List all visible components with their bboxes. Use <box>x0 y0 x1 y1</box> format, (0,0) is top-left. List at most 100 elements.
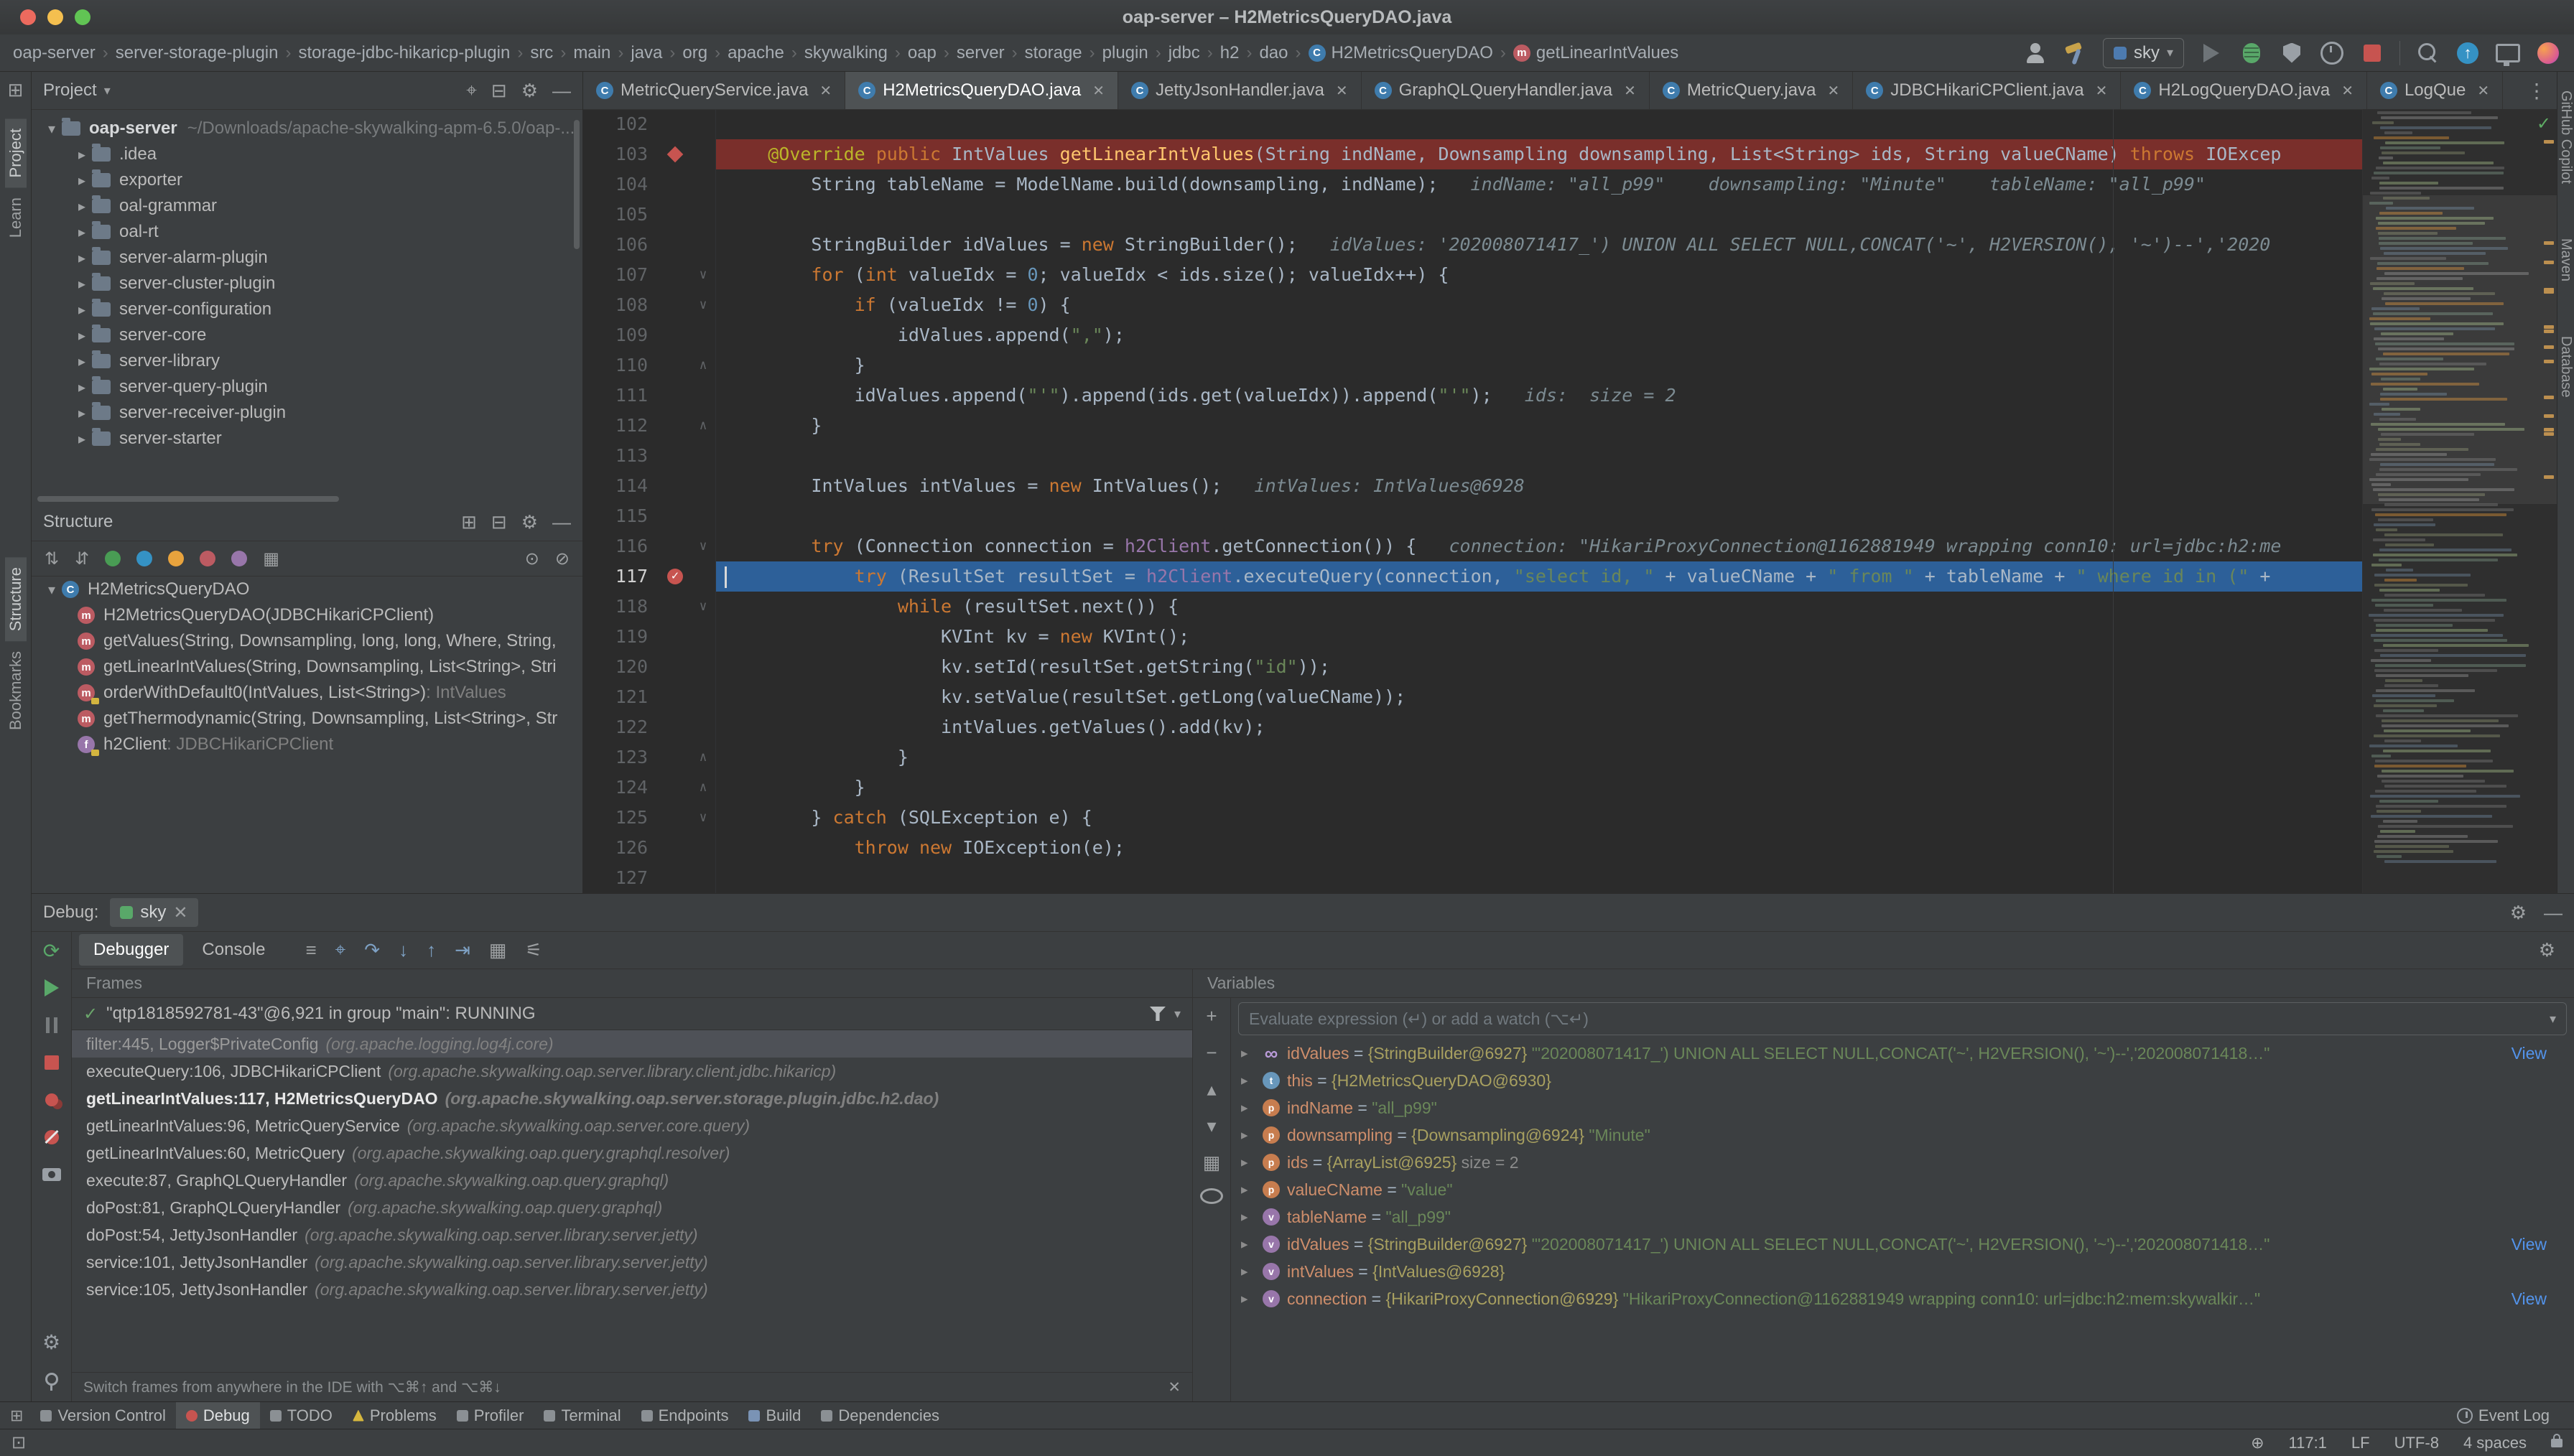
toolwindow-dependencies[interactable]: Dependencies <box>811 1402 949 1429</box>
fold-marker[interactable]: ∨ <box>691 803 716 833</box>
code-line[interactable]: 116∨ try (Connection connection = h2Clie… <box>583 531 2557 561</box>
warning-stripe-mark[interactable] <box>2544 396 2554 399</box>
breadcrumb-item[interactable]: mgetLinearIntValues <box>1513 43 1678 63</box>
remove-watch-icon[interactable]: − <box>1206 1042 1217 1064</box>
code-line[interactable]: 115 <box>583 501 2557 531</box>
fold-marker[interactable] <box>691 682 716 712</box>
code-line[interactable]: 112∧ } <box>583 411 2557 441</box>
chevron-right-icon[interactable]: ▸ <box>72 172 92 190</box>
minimize-button[interactable] <box>47 9 63 25</box>
warning-stripe-mark[interactable] <box>2544 261 2554 264</box>
structure-member[interactable]: morderWithDefault0(IntValues, List<Strin… <box>32 680 582 706</box>
warning-stripe-mark[interactable] <box>2544 345 2554 349</box>
tab-debugger[interactable]: Debugger <box>79 934 183 966</box>
code-text[interactable]: throw new IOException(e); <box>716 833 2557 863</box>
close-icon[interactable]: ✕ <box>1827 82 1839 100</box>
code-area[interactable]: 102103 @Override public IntValues getLin… <box>583 109 2557 893</box>
chevron-right-icon[interactable]: ▸ <box>1241 1236 1255 1253</box>
status-grid-icon[interactable]: ⊡ <box>11 1432 26 1453</box>
structure-member[interactable]: mgetThermodynamic(String, Downsampling, … <box>32 706 582 732</box>
tab-metricqueryservice-java[interactable]: CMetricQueryService.java✕ <box>583 72 845 109</box>
stack-frame[interactable]: execute:87, GraphQLQueryHandler(org.apac… <box>72 1167 1192 1194</box>
close-icon[interactable]: ✕ <box>1336 82 1348 100</box>
variable-row[interactable]: ▸tthis = {H2MetricsQueryDAO@6930} <box>1231 1067 2574 1094</box>
chevron-right-icon[interactable]: ▸ <box>72 146 92 164</box>
tab-list-icon[interactable]: ⋮ <box>2527 79 2547 103</box>
code-text[interactable] <box>716 501 2557 531</box>
breadcrumb-item[interactable]: skywalking <box>804 43 888 63</box>
code-text[interactable]: StringBuilder idValues = new StringBuild… <box>716 230 2557 260</box>
expand-all-icon[interactable]: ⊞ <box>461 511 477 533</box>
toolwindow-terminal[interactable]: Terminal <box>534 1402 631 1429</box>
warning-stripe-mark[interactable] <box>2544 360 2554 363</box>
code-line[interactable]: 122 intValues.getValues().add(kv); <box>583 712 2557 742</box>
fold-marker[interactable] <box>691 652 716 682</box>
sort-alphabetically-icon[interactable]: ⇵ <box>75 549 89 569</box>
fold-marker[interactable] <box>691 833 716 863</box>
view-breakpoints-icon[interactable] <box>41 1089 62 1111</box>
stack-frame[interactable]: doPost:54, JettyJsonHandler(org.apache.s… <box>72 1221 1192 1249</box>
sidebar-item-database[interactable]: Database <box>2557 329 2574 405</box>
code-line[interactable]: 126 throw new IOException(e); <box>583 833 2557 863</box>
gutter-icon-slot[interactable] <box>659 350 691 381</box>
chevron-right-icon[interactable]: ▸ <box>72 430 92 448</box>
code-text[interactable]: idValues.append("'").append(ids.get(valu… <box>716 381 2557 411</box>
variable-row[interactable]: ▸vintValues = {IntValues@6928} <box>1231 1258 2574 1285</box>
variable-row[interactable]: ▸pvalueCName = "value" <box>1231 1176 2574 1203</box>
warning-stripe-mark[interactable] <box>2544 241 2554 245</box>
code-line[interactable]: 121 kv.setValue(resultSet.getLong(valueC… <box>583 682 2557 712</box>
collapse-all-icon[interactable]: ⊟ <box>491 80 507 102</box>
debugger-filter-icon[interactable]: ⚟ <box>525 939 542 961</box>
chevron-down-icon[interactable]: ▾ <box>42 581 62 599</box>
autoscroll-to-source-icon[interactable]: ⊙ <box>525 549 539 569</box>
code-text[interactable] <box>716 863 2557 893</box>
breadcrumb-item[interactable]: oap-server <box>13 43 96 63</box>
layout-settings-icon[interactable]: ⚙ <box>2539 939 2567 961</box>
gutter-icon-slot[interactable] <box>659 471 691 501</box>
warning-stripe-mark[interactable] <box>2544 325 2554 329</box>
chevron-right-icon[interactable]: ▸ <box>72 197 92 215</box>
breakpoint-icon[interactable]: ✓ <box>667 569 683 584</box>
debug-gear-icon[interactable]: ⚙ <box>41 1331 62 1353</box>
breadcrumb-item[interactable]: main <box>573 43 610 63</box>
code-text[interactable]: if (valueIdx != 0) { <box>716 290 2557 320</box>
show-execution-point-icon[interactable]: ⌖ <box>335 938 346 961</box>
code-line[interactable]: 119 KVInt kv = new KVInt(); <box>583 622 2557 652</box>
fold-marker[interactable] <box>691 712 716 742</box>
gutter-icon-slot[interactable] <box>659 109 691 139</box>
code-line[interactable]: 109 idValues.append(","); <box>583 320 2557 350</box>
structure-settings-icon[interactable]: ⚙ <box>521 511 538 533</box>
project-tree-hscrollbar[interactable] <box>37 496 339 502</box>
file-encoding[interactable]: UTF-8 <box>2394 1434 2439 1452</box>
code-line[interactable]: 123∧ } <box>583 742 2557 773</box>
inspections-ok-icon[interactable]: ✓ <box>2537 113 2551 134</box>
sidebar-item-maven[interactable]: Maven <box>2557 231 2574 289</box>
layout-icon[interactable]: ≡ <box>305 939 316 961</box>
readonly-lock-icon[interactable] <box>2551 1439 2563 1447</box>
debug-button[interactable] <box>2239 40 2264 66</box>
close-icon[interactable]: ✕ <box>2477 82 2489 100</box>
code-text[interactable]: kv.setValue(resultSet.getLong(valueCName… <box>716 682 2557 712</box>
gutter-icon-slot[interactable] <box>659 682 691 712</box>
gutter-icon-slot[interactable] <box>659 501 691 531</box>
view-link[interactable]: View <box>2512 1044 2564 1063</box>
show-lambdas-icon[interactable] <box>231 551 247 566</box>
minimap-viewport[interactable] <box>2363 195 2557 504</box>
project-tree-item[interactable]: ▸server-starter <box>32 426 582 452</box>
tab-console[interactable]: Console <box>187 934 279 966</box>
run-to-cursor-icon[interactable]: ⇥ <box>455 939 470 961</box>
code-line[interactable]: 113 <box>583 441 2557 471</box>
code-text[interactable] <box>716 441 2557 471</box>
stack-frame[interactable]: doPost:81, GraphQLQueryHandler(org.apach… <box>72 1194 1192 1221</box>
code-line[interactable]: 118∨ while (resultSet.next()) { <box>583 592 2557 622</box>
project-settings-icon[interactable]: ⚙ <box>521 80 538 102</box>
locate-file-icon[interactable]: ⌖ <box>466 79 477 102</box>
structure-member[interactable]: mgetValues(String, Downsampling, long, l… <box>32 628 582 654</box>
fold-marker[interactable] <box>691 230 716 260</box>
gutter-icon-slot[interactable] <box>659 742 691 773</box>
run-button[interactable] <box>2198 40 2224 66</box>
toolwindow-version-control[interactable]: Version Control <box>30 1402 175 1429</box>
project-tree-item[interactable]: ▸server-core <box>32 322 582 348</box>
structure-member[interactable]: mH2MetricsQueryDAO(JDBCHikariCPClient) <box>32 602 582 628</box>
chevron-right-icon[interactable]: ▸ <box>72 249 92 267</box>
